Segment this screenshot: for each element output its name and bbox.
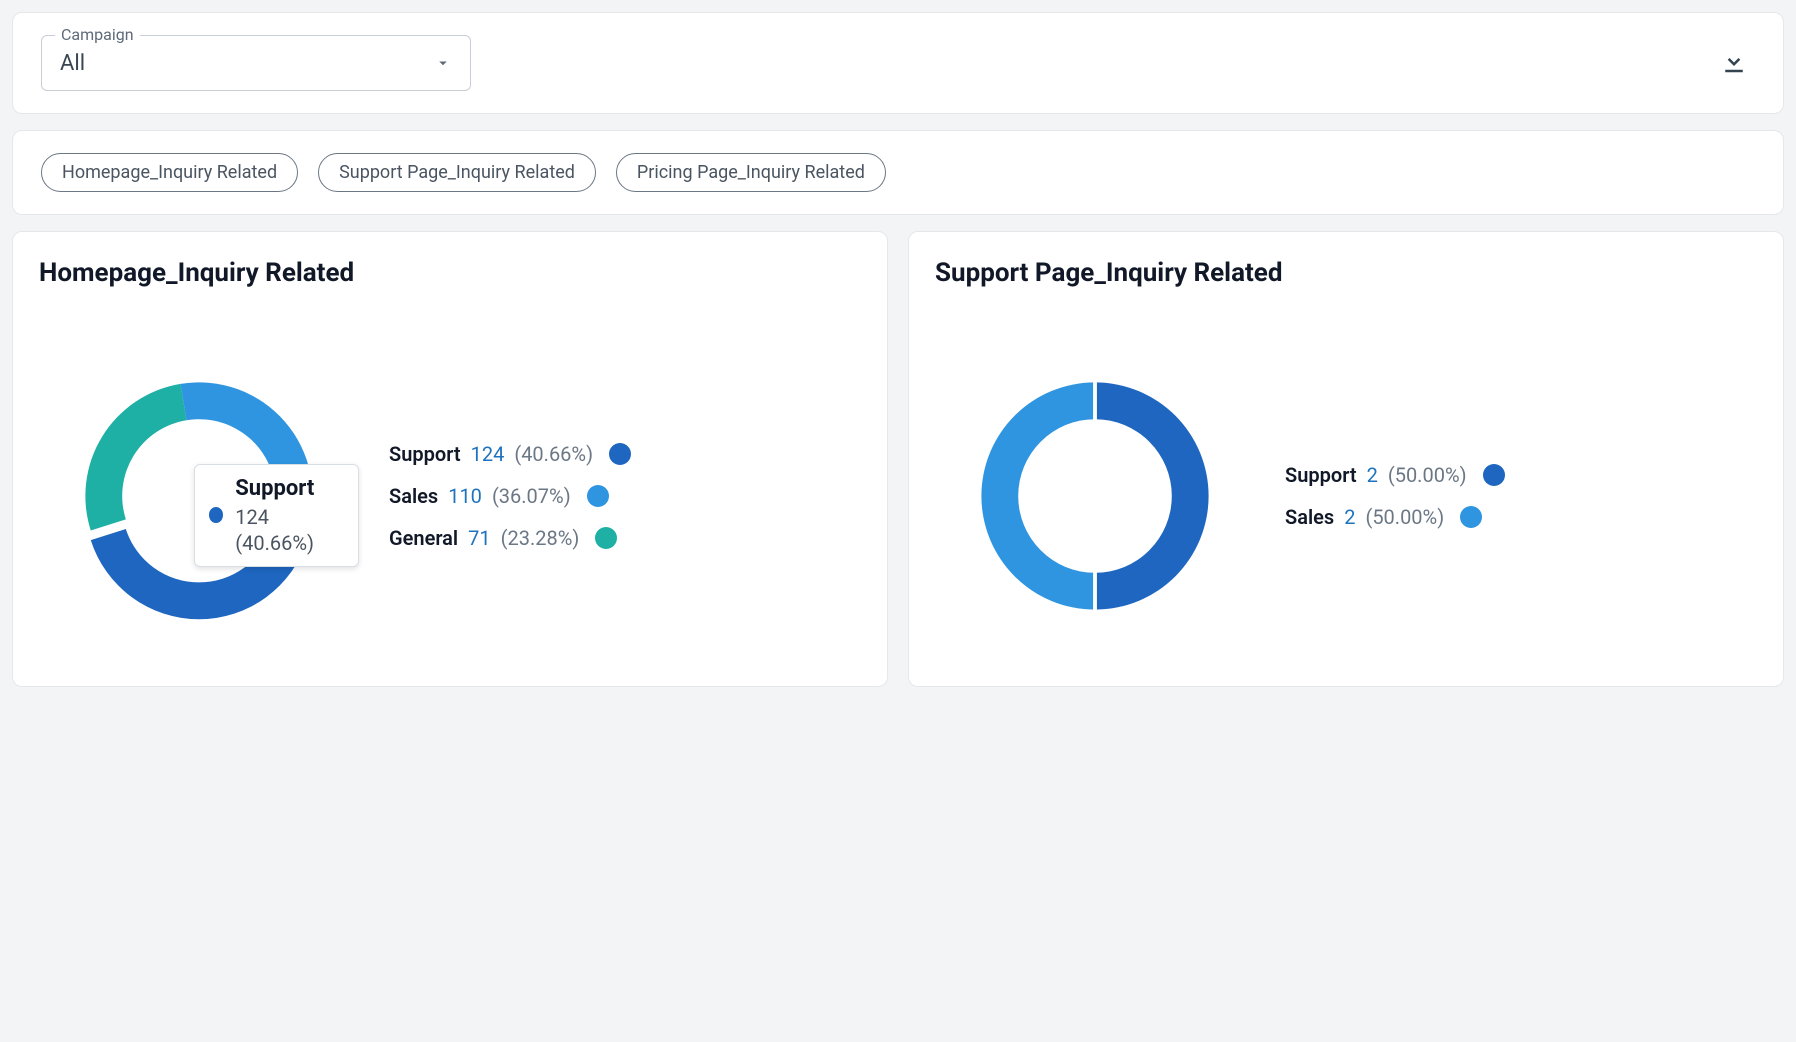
legend-item-support[interactable]: Support 124 (40.66%) [389, 442, 631, 466]
tooltip-value: 124 (40.66%) [235, 504, 340, 556]
legend-dot-icon [587, 485, 609, 507]
tooltip-dot-icon [209, 507, 223, 523]
legend-item-sales[interactable]: Sales 110 (36.07%) [389, 484, 631, 508]
chart-legend: Support 124 (40.66%) Sales 110 (36.07%) … [389, 442, 631, 550]
donut-chart-support-page [935, 336, 1255, 656]
chart-body: Support 124 (40.66%) Support 124 (40.66%… [39, 336, 861, 656]
legend-item-support[interactable]: Support 2 (50.00%) [1285, 463, 1505, 487]
legend-dot-icon [609, 443, 631, 465]
chart-card-support-page: Support Page_Inquiry Related [908, 231, 1784, 687]
legend-dot-icon [1483, 464, 1505, 486]
campaign-select[interactable]: Campaign All [41, 35, 471, 91]
chart-legend: Support 2 (50.00%) Sales 2 (50.00%) [1285, 463, 1505, 529]
chart-title: Homepage_Inquiry Related [39, 258, 861, 288]
legend-item-sales[interactable]: Sales 2 (50.00%) [1285, 505, 1505, 529]
download-icon [1719, 46, 1749, 76]
chart-card-homepage: Homepage_Inquiry Related [12, 231, 888, 687]
chart-title: Support Page_Inquiry Related [935, 258, 1757, 288]
legend-item-general[interactable]: General 71 (23.28%) [389, 526, 631, 550]
donut-chart-homepage: Support 124 (40.66%) [39, 336, 359, 656]
tooltip-name: Support [235, 475, 340, 504]
chart-tooltip: Support 124 (40.66%) [194, 464, 359, 567]
chart-body: Support 2 (50.00%) Sales 2 (50.00%) [935, 336, 1757, 656]
chip-homepage-inquiry[interactable]: Homepage_Inquiry Related [41, 153, 298, 192]
campaign-select-value: All [60, 51, 85, 76]
chip-pricing-page-inquiry[interactable]: Pricing Page_Inquiry Related [616, 153, 886, 192]
charts-row: Homepage_Inquiry Related [12, 231, 1784, 687]
chevron-down-icon [434, 54, 452, 72]
legend-dot-icon [595, 527, 617, 549]
download-button[interactable] [1713, 40, 1755, 86]
filter-bar: Campaign All [12, 12, 1784, 114]
legend-dot-icon [1460, 506, 1482, 528]
chip-support-page-inquiry[interactable]: Support Page_Inquiry Related [318, 153, 596, 192]
campaign-select-label: Campaign [55, 25, 140, 44]
chips-bar: Homepage_Inquiry Related Support Page_In… [12, 130, 1784, 215]
